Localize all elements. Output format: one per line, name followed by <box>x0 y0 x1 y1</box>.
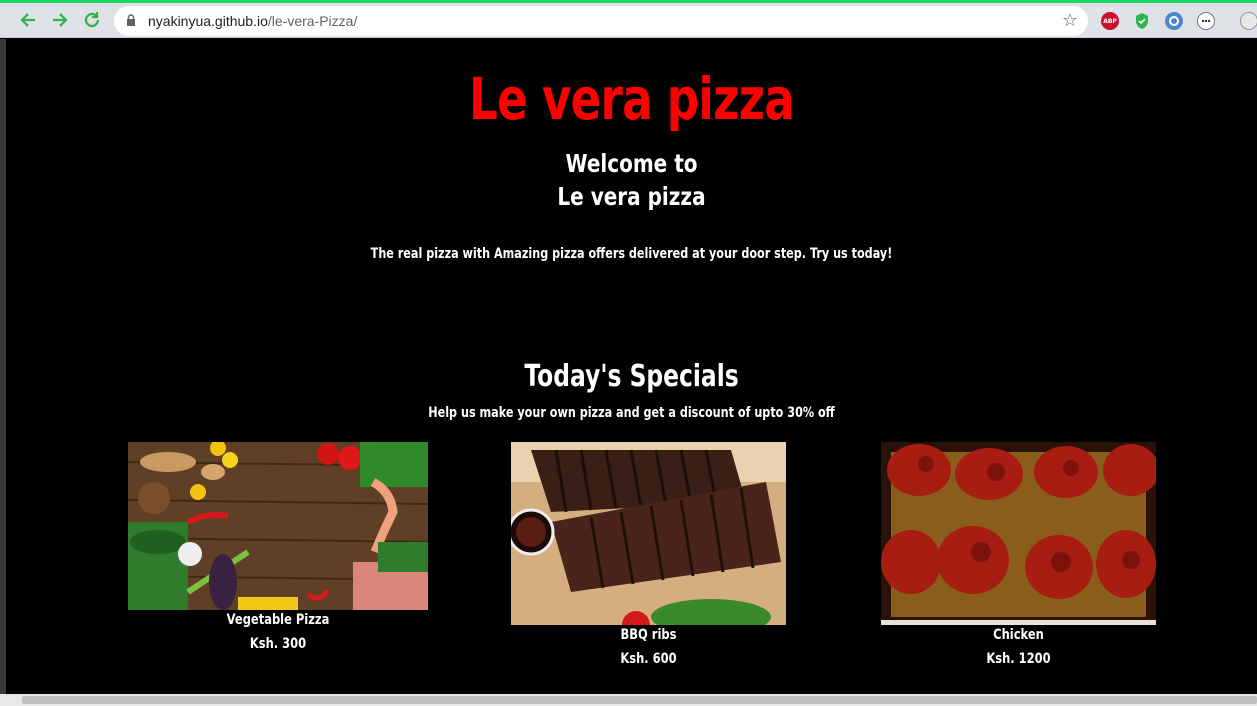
scrollbar-thumb[interactable] <box>22 696 1257 704</box>
reload-icon <box>84 12 100 28</box>
forward-arrow-icon <box>53 13 68 27</box>
chicken-photo-icon <box>881 442 1156 625</box>
specials-heading: Today's Specials <box>524 359 739 394</box>
item-price: Ksh. 600 <box>620 651 677 667</box>
back-arrow-icon <box>20 13 35 27</box>
dots-extension-icon[interactable] <box>1197 12 1215 30</box>
special-card-chicken: Chicken Ksh. 1200 <box>881 442 1156 677</box>
special-card-vegetable-pizza: Vegetable Pizza Ksh. 300 <box>128 442 428 662</box>
item-name: Chicken <box>993 627 1044 643</box>
profile-icon[interactable] <box>1240 12 1257 30</box>
item-name: BBQ ribs <box>620 627 677 643</box>
brand-title: Le vera pizza <box>469 65 795 133</box>
welcome-heading-line2: Le vera pizza <box>557 182 706 211</box>
page-content: Le vera pizza Welcome to Le vera pizza T… <box>6 39 1257 694</box>
bookmark-star-icon[interactable]: ☆ <box>1062 10 1078 31</box>
shield-icon <box>1136 13 1148 29</box>
item-name: Vegetable Pizza <box>226 612 330 628</box>
ring-icon <box>1169 16 1179 26</box>
vegetable-pizza-image <box>128 442 428 610</box>
horizontal-scrollbar[interactable] <box>0 694 1257 706</box>
tagline: The real pizza with Amazing pizza offers… <box>370 246 893 262</box>
url-text: nyakinyua.github.io/le-vera-Pizza/ <box>148 13 358 29</box>
vegetables-photo-icon <box>128 442 428 610</box>
item-price: Ksh. 300 <box>249 636 307 652</box>
specials-subtitle: Help us make your own pizza and get a di… <box>428 405 835 421</box>
bbq-ribs-image <box>511 442 786 625</box>
dots-icon <box>1201 19 1211 23</box>
ribs-photo-icon <box>511 442 786 625</box>
circle-extension-icon[interactable] <box>1165 12 1183 30</box>
browser-toolbar: nyakinyua.github.io/le-vera-Pizza/ ☆ ABP <box>0 3 1257 38</box>
special-card-bbq-ribs: BBQ ribs Ksh. 600 <box>511 442 786 677</box>
forward-button[interactable] <box>48 8 72 32</box>
chicken-image <box>881 442 1156 625</box>
address-bar[interactable]: nyakinyua.github.io/le-vera-Pizza/ ☆ <box>114 6 1088 36</box>
item-price: Ksh. 1200 <box>986 651 1051 667</box>
shield-extension-icon[interactable] <box>1133 12 1151 30</box>
lock-icon <box>127 14 135 26</box>
adblock-plus-icon[interactable]: ABP <box>1101 12 1119 30</box>
welcome-heading-line1: Welcome to <box>565 149 698 178</box>
reload-button[interactable] <box>80 8 104 32</box>
back-button[interactable] <box>16 8 40 32</box>
